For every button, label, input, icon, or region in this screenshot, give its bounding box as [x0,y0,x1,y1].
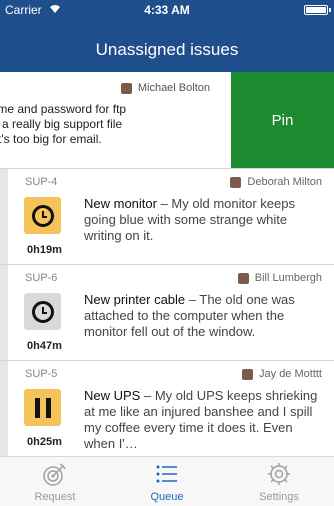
reporter-name: Michael Bolton [137,82,210,94]
swiped-issue-row[interactable]: Michael Bolton orary username and passwo… [0,72,334,168]
swiped-summary: orary username and password for ftp ed t… [0,102,220,147]
target-icon [43,463,66,486]
pin-button[interactable]: Pin [231,72,334,168]
status-tile[interactable] [24,389,61,426]
elapsed-time: 0h19m [27,244,62,256]
issue-summary: New monitor – My old monitor keeps going… [84,196,324,244]
issue-summary: New printer cable – The old one was atta… [84,292,324,340]
status-tile[interactable] [24,197,61,234]
tab-label: Queue [150,491,184,503]
navigation-header: Carrier 4:33 AM Unassigned issues [0,0,334,72]
status-time: 4:33 AM [144,3,190,17]
avatar [120,82,132,94]
swiped-reporter: Michael Bolton [120,82,210,94]
reporter-name: Bill Lumbergh [254,272,322,284]
tab-queue[interactable]: Queue [112,457,222,506]
issue-list[interactable]: Michael Bolton orary username and passwo… [0,72,334,456]
issue-reporter: Deborah Milton [230,176,322,188]
issue-row-sup-4[interactable]: SUP-4 Deborah Milton 0h19m New monitor –… [0,168,334,264]
status-tile[interactable] [24,293,61,330]
pause-icon [34,397,51,418]
page-title: Unassigned issues [95,40,239,59]
avatar [242,368,254,380]
reporter-name: Deborah Milton [247,176,322,188]
elapsed-time: 0h47m [27,340,62,352]
tab-label: Settings [259,491,299,503]
issue-subject: New monitor [84,196,157,211]
avatar [230,176,242,188]
battery-fill [306,7,326,13]
issue-summary: New UPS – My old UPS keeps shrieking at … [84,388,324,452]
swiped-summary-line: a customer, it's too big for email. [0,132,102,146]
status-bar: Carrier 4:33 AM [0,0,334,20]
issue-reporter: Bill Lumbergh [237,272,322,284]
elapsed-time: 0h25m [27,436,62,448]
list-icon [156,465,177,483]
tab-bar: Request Queue Settings [0,456,334,506]
swiped-issue-content[interactable]: Michael Bolton orary username and passwo… [0,72,230,168]
issue-row-sup-6[interactable]: SUP-6 Bill Lumbergh 0h47m New printer ca… [0,264,334,360]
battery-tip [329,8,331,12]
tab-request[interactable]: Request [0,457,110,506]
avatar [237,272,249,284]
battery-icon [304,5,331,15]
reporter-name: Jay de Motttt [259,368,322,380]
issue-id: SUP-5 [25,368,58,380]
issue-row-sup-5[interactable]: SUP-5 Jay de Motttt 0h25m New UPS – My o… [0,360,334,456]
clock-icon [31,300,54,323]
tab-settings[interactable]: Settings [224,457,334,506]
issue-id: SUP-4 [25,176,58,188]
issue-subject: New printer cable [84,292,186,307]
swiped-summary-line: orary username and password for ftp [0,102,127,116]
tab-label: Request [34,491,76,503]
swiped-summary-line: ed to receive a really big support file [0,117,123,131]
issue-reporter: Jay de Motttt [242,368,322,380]
clock-icon [31,204,54,227]
issue-id: SUP-6 [25,272,58,284]
issue-subject: New UPS [84,388,141,403]
gear-icon [268,463,290,485]
